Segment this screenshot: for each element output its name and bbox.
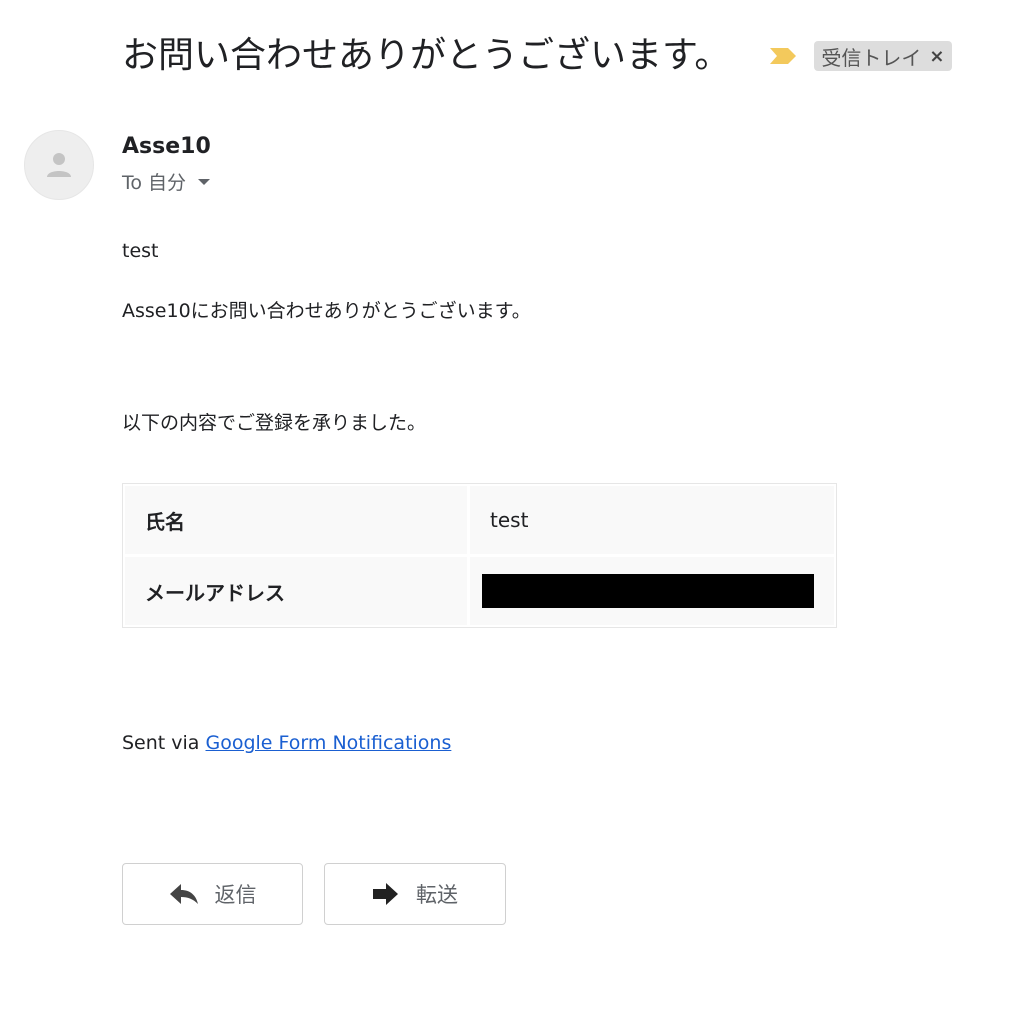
body-line-2: Asse10にお問い合わせありがとうございます。 <box>122 300 531 322</box>
table-value: test <box>470 486 834 557</box>
reply-icon <box>169 884 198 904</box>
footer: Sent via Google Form Notifications <box>122 732 451 754</box>
recipient-text: To 自分 <box>122 172 187 194</box>
sender-avatar <box>24 130 94 200</box>
footer-prefix: Sent via <box>122 732 206 754</box>
recipient-details[interactable]: To 自分 <box>122 168 211 195</box>
table-value-redacted <box>470 557 834 625</box>
forward-label: 転送 <box>416 883 458 907</box>
redaction-block <box>482 574 814 608</box>
sender-name: Asse10 <box>122 134 211 159</box>
body-line-3: 以下の内容でご登録を承りました。 <box>122 412 427 434</box>
table-key: メールアドレス <box>125 557 470 625</box>
remove-label-button[interactable]: × <box>929 46 944 67</box>
google-form-notifications-link[interactable]: Google Form Notifications <box>206 732 452 754</box>
chevron-down-icon[interactable] <box>198 178 211 185</box>
reply-button[interactable]: 返信 <box>122 863 303 925</box>
reply-label: 返信 <box>214 883 257 907</box>
table-row: メールアドレス <box>125 557 834 625</box>
submission-table: 氏名 test メールアドレス <box>122 483 837 628</box>
subject-row: お問い合わせありがとうございます。 受信トレイ × <box>122 28 952 84</box>
label-chip-text: 受信トレイ <box>821 45 922 70</box>
forward-icon <box>373 883 398 905</box>
email-subject: お問い合わせありがとうございます。 <box>122 35 731 76</box>
table-key: 氏名 <box>125 486 470 557</box>
person-icon <box>47 153 71 177</box>
importance-marker-icon[interactable] <box>768 46 798 66</box>
table-row: 氏名 test <box>125 486 834 557</box>
body-line-1: test <box>122 240 159 262</box>
label-chip-inbox: 受信トレイ × <box>814 41 952 71</box>
forward-button[interactable]: 転送 <box>324 863 506 925</box>
